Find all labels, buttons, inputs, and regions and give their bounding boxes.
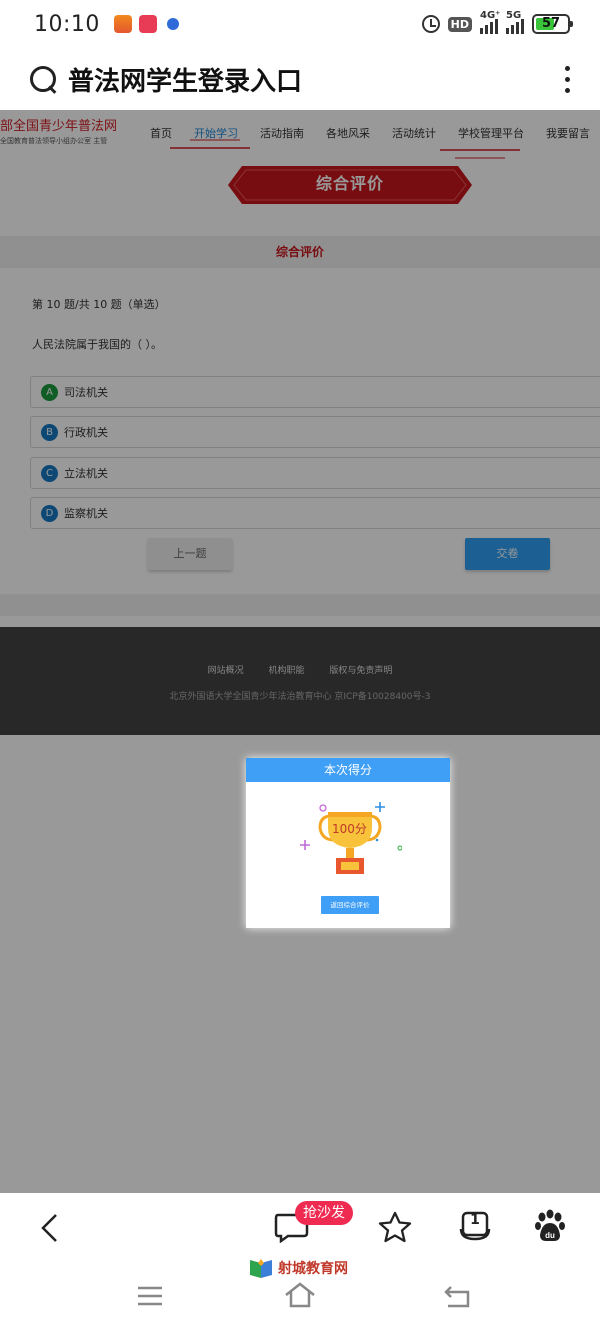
status-bar: 10:10 HD 4G⁺ 5G 57 xyxy=(0,0,600,48)
watermark: 射城教育网 xyxy=(248,1257,348,1279)
back-arrow-icon[interactable] xyxy=(40,1213,58,1243)
tabs-count: 1 xyxy=(470,1212,480,1228)
book-logo-icon xyxy=(250,1259,272,1278)
score-modal: 本次得分 100分 返回综合评价 xyxy=(246,758,450,928)
watermark-text: 射城教育网 xyxy=(278,1261,348,1277)
battery-icon: 57 xyxy=(532,14,573,34)
svg-text:du: du xyxy=(545,1231,555,1240)
signal-4g-icon: 4G⁺ xyxy=(480,10,500,34)
comment-badge[interactable]: 抢沙发 xyxy=(295,1201,353,1225)
search-icon[interactable] xyxy=(28,64,58,94)
star-icon[interactable] xyxy=(378,1211,412,1243)
modal-overlay[interactable] xyxy=(0,110,600,1193)
modal-title: 本次得分 xyxy=(246,758,450,782)
more-menu-icon[interactable] xyxy=(562,65,572,93)
hd-icon: HD xyxy=(447,16,472,32)
app-notification-icon xyxy=(138,15,157,33)
browser-toolbar: 抢沙发 1 du 射城教育网 xyxy=(0,1193,600,1333)
battery-level: 57 xyxy=(541,16,561,31)
web-page: 部全国青少年普法网 全国教育普法领导小组办公室 主管 首页 开始学习 活动指南 … xyxy=(0,110,600,1193)
search-query[interactable]: 普法网学生登录入口 xyxy=(68,61,302,98)
signal-5g-icon: 5G xyxy=(506,10,524,34)
clock-time: 10:10 xyxy=(34,11,100,37)
return-evaluation-button[interactable]: 返回综合评价 xyxy=(321,896,379,914)
notification-icons xyxy=(113,15,182,33)
alarm-icon xyxy=(421,15,440,33)
baidu-notification-icon xyxy=(164,15,182,33)
menu-icon[interactable] xyxy=(136,1285,164,1307)
return-icon[interactable] xyxy=(442,1283,472,1309)
home-icon[interactable] xyxy=(283,1281,317,1309)
browser-search-bar[interactable]: 普法网学生登录入口 xyxy=(0,48,600,110)
app-notification-icon xyxy=(113,15,132,33)
baidu-paw-icon[interactable]: du xyxy=(534,1209,566,1243)
system-icons: HD 4G⁺ 5G 57 xyxy=(421,10,573,34)
score-value: 100分 xyxy=(332,822,367,836)
